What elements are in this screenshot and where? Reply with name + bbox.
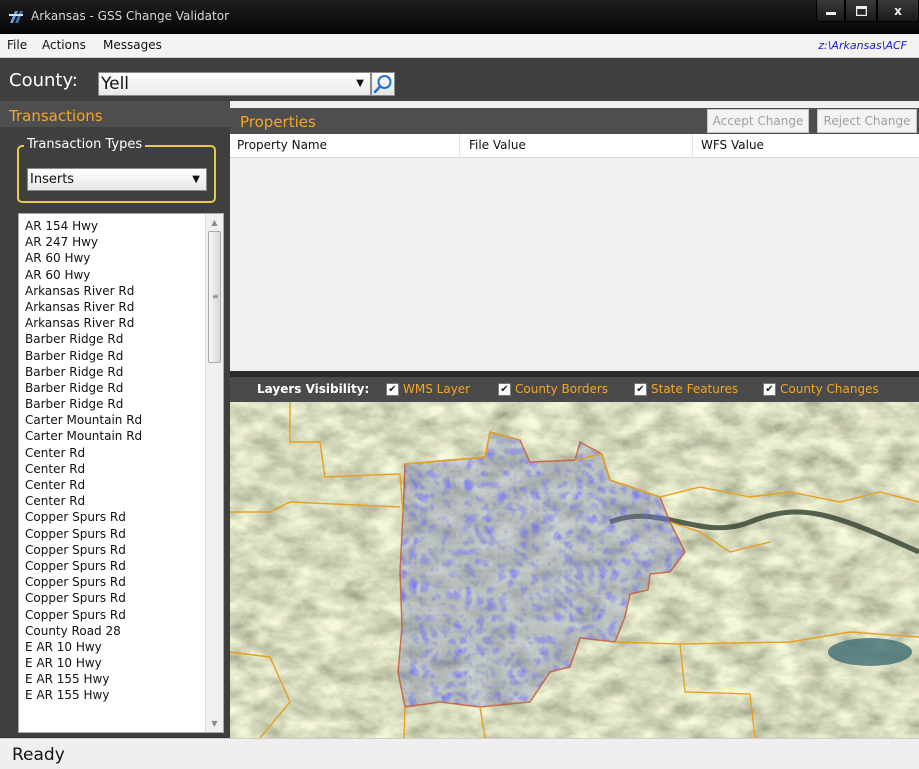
dropdown-arrow-icon: ▼	[192, 174, 200, 185]
transaction-list-item[interactable]: Barber Ridge Rd	[25, 364, 205, 380]
search-icon	[373, 75, 392, 94]
transaction-list-item[interactable]: Center Rd	[25, 477, 205, 493]
state-features-checkbox[interactable]: ✔ State Features	[634, 382, 738, 396]
transaction-list-item[interactable]: Copper Spurs Rd	[25, 526, 205, 542]
status-bar: Ready	[0, 738, 919, 769]
transaction-list-item[interactable]: AR 154 Hwy	[25, 218, 205, 234]
column-property-name[interactable]: Property Name	[237, 138, 327, 152]
app-logo-icon	[9, 11, 23, 23]
transaction-list-item[interactable]: Center Rd	[25, 445, 205, 461]
transaction-list-scrollbar[interactable]: ▲ ≡ ▼	[205, 214, 223, 732]
checkbox-check-icon: ✔	[386, 382, 399, 396]
transaction-list-item[interactable]: Barber Ridge Rd	[25, 396, 205, 412]
scroll-down-icon[interactable]: ▼	[206, 715, 223, 732]
map-canvas	[230, 402, 919, 738]
transaction-list-item[interactable]: E AR 10 Hwy	[25, 639, 205, 655]
wms-layer-checkbox[interactable]: ✔ WMS Layer	[386, 382, 470, 396]
minimize-icon	[825, 11, 836, 15]
county-changes-label: County Changes	[780, 382, 879, 396]
transaction-list-item[interactable]: Barber Ridge Rd	[25, 331, 205, 347]
properties-grid-header: Property Name File Value WFS Value	[230, 134, 919, 158]
accept-change-button[interactable]: Accept Change	[707, 109, 809, 133]
column-file-value[interactable]: File Value	[469, 138, 526, 152]
checkbox-check-icon: ✔	[763, 382, 776, 396]
county-bar: County: Yell ▼	[0, 59, 919, 101]
menu-actions[interactable]: Actions	[42, 38, 86, 52]
transaction-list-item[interactable]: Copper Spurs Rd	[25, 590, 205, 606]
county-borders-checkbox[interactable]: ✔ County Borders	[498, 382, 608, 396]
transaction-list-item[interactable]: AR 247 Hwy	[25, 234, 205, 250]
transaction-list-item[interactable]: Carter Mountain Rd	[25, 412, 205, 428]
transaction-list-item[interactable]: Copper Spurs Rd	[25, 542, 205, 558]
transaction-list-item[interactable]: E AR 155 Hwy	[25, 687, 205, 703]
column-wfs-value[interactable]: WFS Value	[701, 138, 764, 152]
properties-header: Properties Accept Change Reject Change	[230, 108, 919, 134]
transaction-list-item[interactable]: Copper Spurs Rd	[25, 509, 205, 525]
menu-file[interactable]: File	[7, 38, 27, 52]
transaction-list-item[interactable]: Arkansas River Rd	[25, 283, 205, 299]
title-bar: Arkansas - GSS Change Validator x	[0, 0, 919, 34]
transaction-list-item[interactable]: AR 60 Hwy	[25, 267, 205, 283]
maximize-icon	[855, 5, 867, 16]
menu-messages[interactable]: Messages	[103, 38, 162, 52]
transaction-types-label: Transaction Types	[24, 137, 146, 152]
transaction-list[interactable]: AR 154 Hwy AR 247 Hwy AR 60 Hwy AR 60 Hwy Ar…	[18, 213, 224, 733]
minimize-button[interactable]	[816, 0, 845, 22]
checkbox-check-icon: ✔	[634, 382, 647, 396]
dropdown-arrow-icon: ▼	[356, 78, 364, 89]
county-dropdown-value: Yell	[101, 74, 130, 94]
transaction-list-item[interactable]: Center Rd	[25, 493, 205, 509]
transactions-header: Transactions	[0, 101, 230, 127]
county-label: County:	[9, 70, 78, 91]
transaction-list-item[interactable]: Arkansas River Rd	[25, 299, 205, 315]
transaction-list-item[interactable]: County Road 28	[25, 623, 205, 639]
column-separator	[692, 134, 693, 158]
window-title: Arkansas - GSS Change Validator	[31, 9, 230, 23]
checkbox-check-icon: ✔	[498, 382, 511, 396]
transaction-list-item[interactable]: E AR 155 Hwy	[25, 671, 205, 687]
county-dropdown[interactable]: Yell ▼	[98, 72, 371, 96]
scroll-up-icon[interactable]: ▲	[206, 214, 223, 231]
transaction-list-item[interactable]: Barber Ridge Rd	[25, 380, 205, 396]
transaction-list-item[interactable]: Center Rd	[25, 461, 205, 477]
transaction-list-item[interactable]: Barber Ridge Rd	[25, 348, 205, 364]
state-features-label: State Features	[651, 382, 739, 396]
transaction-list-item[interactable]: Copper Spurs Rd	[25, 607, 205, 623]
transaction-list-item[interactable]: Arkansas River Rd	[25, 315, 205, 331]
county-changes-checkbox[interactable]: ✔ County Changes	[763, 382, 879, 396]
properties-title: Properties	[240, 113, 316, 131]
close-button[interactable]: x	[877, 0, 919, 22]
county-borders-label: County Borders	[515, 382, 609, 396]
map-view[interactable]	[230, 402, 919, 738]
lake-shape	[828, 638, 912, 666]
menu-bar: File Actions Messages z:\Arkansas\ACF	[0, 34, 919, 58]
wms-layer-label: WMS Layer	[403, 382, 471, 396]
properties-panel: Properties Accept Change Reject Change P…	[230, 101, 919, 371]
search-button[interactable]	[371, 72, 395, 96]
transaction-type-value: Inserts	[30, 172, 75, 187]
close-icon: x	[894, 3, 902, 18]
layers-visibility-label: Layers Visibility:	[257, 382, 370, 396]
scroll-thumb[interactable]: ≡	[208, 231, 221, 363]
transaction-list-item[interactable]: E AR 10 Hwy	[25, 655, 205, 671]
grip-icon: ≡	[212, 292, 219, 301]
transaction-type-dropdown[interactable]: Inserts ▼	[27, 168, 207, 191]
column-separator	[459, 134, 460, 158]
transaction-list-item[interactable]: Copper Spurs Rd	[25, 558, 205, 574]
status-text: Ready	[12, 745, 65, 765]
layers-visibility-bar: Layers Visibility: ✔ WMS Layer ✔ County …	[230, 377, 919, 402]
transaction-list-item[interactable]: Carter Mountain Rd	[25, 428, 205, 444]
transaction-types-group: Transaction Types Inserts ▼	[17, 137, 216, 203]
maximize-button[interactable]	[845, 0, 877, 22]
transaction-list-item[interactable]: Copper Spurs Rd	[25, 574, 205, 590]
transaction-list-item[interactable]: AR 60 Hwy	[25, 250, 205, 266]
reject-change-button[interactable]: Reject Change	[817, 109, 917, 133]
data-path-link[interactable]: z:\Arkansas\ACF	[818, 39, 907, 52]
transactions-panel: Transactions Transaction Types Inserts ▼…	[0, 101, 230, 736]
